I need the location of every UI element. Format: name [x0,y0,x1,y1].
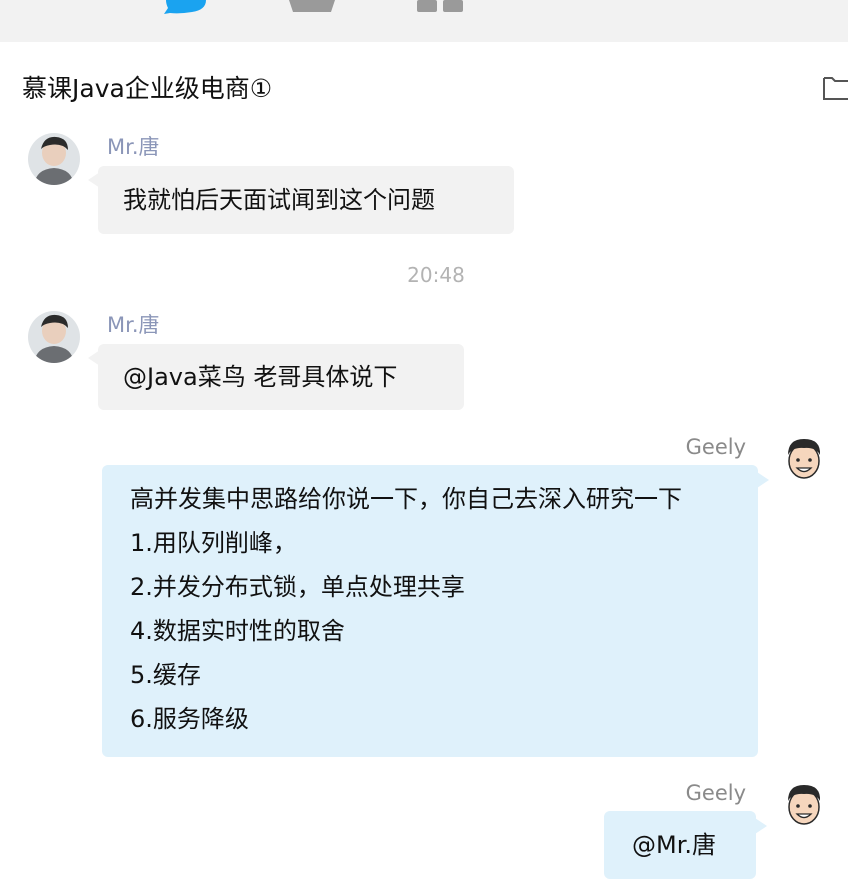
message-timestamp: 20:48 [407,263,465,287]
sender-name: Geely [685,781,746,805]
message-text: 6.服务降级 [130,705,249,733]
avatar-geely[interactable] [778,433,830,485]
top-toolbar [0,0,848,43]
message-bubble[interactable]: 我就怕后天面试闻到这个问题 [98,166,514,234]
message-text: 4.数据实时性的取舍 [130,617,345,645]
avatar-mr-tang[interactable] [28,311,80,363]
message-text: 2.并发分布式锁，单点处理共享 [130,573,465,601]
message-bubble[interactable]: 高并发集中思路给你说一下，你自己去深入研究一下 1.用队列削峰， 2.并发分布式… [102,465,758,757]
contact-person-icon[interactable] [287,0,337,12]
message-bubble[interactable]: @Mr.唐 [604,811,756,879]
folder-icon[interactable] [823,74,848,100]
avatar-geely[interactable] [778,779,830,831]
bubble-tail [757,472,769,488]
sender-name: Mr.唐 [107,135,160,159]
bubble-tail [755,818,767,834]
chat-bubble-icon[interactable] [160,0,212,14]
chat-title: 慕课Java企业级电商① [22,74,273,103]
message-text: 高并发集中思路给你说一下，你自己去深入研究一下 [130,485,682,513]
sender-name: Geely [685,435,746,459]
message-bubble[interactable]: @Java菜鸟 老哥具体说下 [98,344,464,410]
message-text: 我就怕后天面试闻到这个问题 [123,186,435,214]
message-text: @Mr.唐 [632,831,716,859]
sender-name: Mr.唐 [107,313,160,337]
apps-grid-icon[interactable] [415,0,467,14]
avatar-mr-tang[interactable] [28,133,80,185]
message-text: 1.用队列削峰， [130,529,297,557]
message-text: @Java菜鸟 老哥具体说下 [123,363,398,391]
message-text: 5.缓存 [130,661,201,689]
chat-header: 慕课Java企业级电商① [0,42,848,112]
